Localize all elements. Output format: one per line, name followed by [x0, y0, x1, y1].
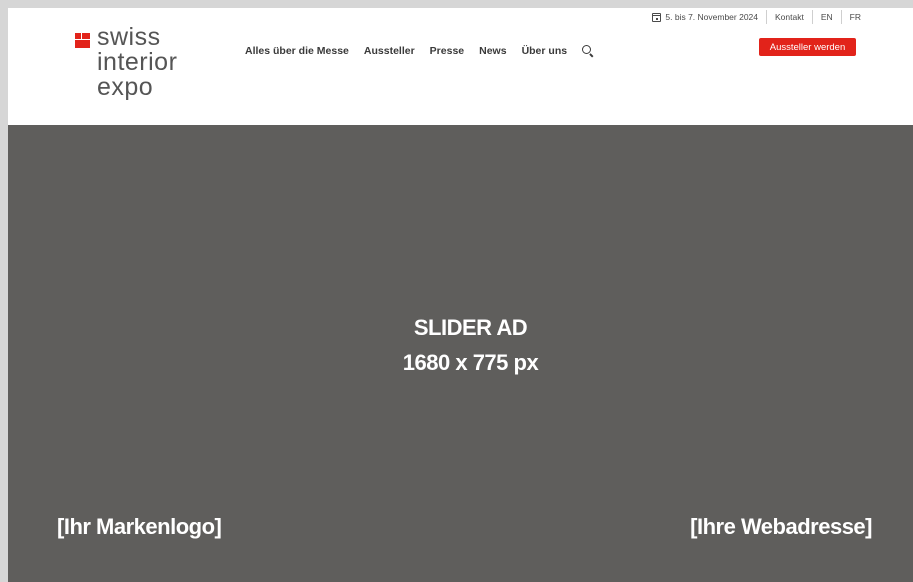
logo-line-3: expo [97, 73, 154, 101]
divider [766, 10, 768, 24]
slider-placeholder-title: SLIDER AD 1680 x 775 px [8, 310, 913, 380]
become-exhibitor-button[interactable]: Aussteller werden [759, 38, 856, 56]
site-header: swiss interior expo Alles über die Messe… [8, 8, 913, 125]
logo-line-2: interior [97, 48, 178, 76]
nav-item-ueber-uns[interactable]: Über uns [522, 45, 568, 57]
main-nav: Alles über die Messe Aussteller Presse N… [245, 43, 594, 59]
nav-item-aussteller[interactable]: Aussteller [364, 45, 415, 57]
divider [811, 10, 813, 24]
nav-item-news[interactable]: News [479, 45, 506, 57]
page-frame: swiss interior expo Alles über die Messe… [8, 8, 913, 582]
lang-fr-link[interactable]: FR [850, 12, 861, 22]
calendar-icon [652, 12, 662, 22]
lang-en-link[interactable]: EN [821, 12, 833, 22]
slider-title-line-1: SLIDER AD [413, 315, 528, 340]
slider-web-address-placeholder: [Ihre Webadresse] [690, 514, 872, 539]
nav-item-alles-ueber-die-messe[interactable]: Alles über die Messe [245, 45, 349, 57]
hero-slider[interactable]: SLIDER AD 1680 x 775 px [Ihr Markenlogo]… [8, 125, 913, 582]
search-icon[interactable] [582, 45, 594, 58]
slider-brand-logo-placeholder: [Ihr Markenlogo] [57, 514, 222, 539]
logo-wordmark: swiss interior expo [97, 25, 177, 100]
slider-title-line-2: 1680 x 775 px [402, 350, 539, 375]
divider [840, 10, 842, 24]
event-date: 5. bis 7. November 2024 [665, 12, 759, 22]
logo-mark-icon [75, 33, 90, 48]
site-logo[interactable]: swiss interior expo [75, 25, 215, 107]
utility-bar: 5. bis 7. November 2024 Kontakt EN FR [652, 10, 861, 24]
nav-item-presse[interactable]: Presse [430, 45, 464, 57]
contact-link[interactable]: Kontakt [775, 12, 804, 22]
logo-line-1: swiss [97, 23, 161, 51]
